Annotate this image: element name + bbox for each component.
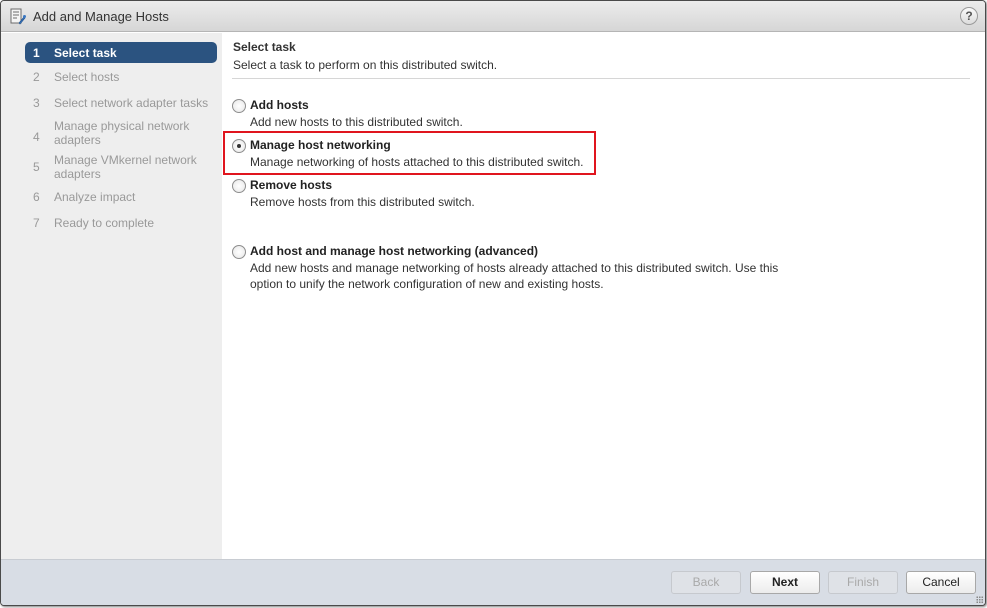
page-subtitle: Select a task to perform on this distrib… — [233, 58, 498, 72]
dialog-title: Add and Manage Hosts — [33, 9, 169, 24]
next-button[interactable]: Next — [750, 571, 820, 594]
wizard-content: Select task Select a task to perform on … — [222, 33, 985, 559]
option-label: Add host and manage host networking (adv… — [250, 244, 539, 258]
option-label: Add hosts — [250, 98, 309, 112]
step-label: Ready to complete — [54, 216, 155, 230]
cancel-button[interactable]: Cancel — [906, 571, 976, 594]
step-select-network-adapter-tasks: 3 Select network adapter tasks — [25, 96, 217, 110]
radio-add-and-manage-advanced[interactable] — [232, 245, 246, 259]
step-manage-physical-network-adapters: 4 Manage physical network adapters — [25, 119, 217, 147]
step-manage-vmkernel-network-adapters: 5 Manage VMkernel network adapters — [25, 153, 217, 181]
step-label: Manage VMkernel network adapters — [54, 153, 197, 181]
step-number: 6 — [33, 190, 40, 204]
step-label: Select hosts — [54, 70, 120, 84]
resize-grip[interactable] — [976, 596, 983, 603]
divider — [232, 78, 970, 79]
option-description: Remove hosts from this distributed switc… — [250, 195, 475, 209]
wizard-hosts-icon — [10, 8, 26, 25]
step-ready-to-complete: 7 Ready to complete — [25, 216, 217, 230]
step-number: 7 — [33, 216, 40, 230]
step-label: Analyze impact — [54, 190, 136, 204]
page-title: Select task — [233, 40, 296, 54]
radio-add-hosts[interactable] — [232, 99, 246, 113]
step-analyze-impact: 6 Analyze impact — [25, 190, 217, 204]
step-number: 4 — [33, 130, 40, 144]
add-manage-hosts-dialog: Add and Manage Hosts ? 1 Select task 2 S… — [0, 0, 986, 606]
radio-manage-host-networking[interactable] — [232, 139, 246, 153]
option-description: Manage networking of hosts attached to t… — [250, 155, 584, 169]
finish-button[interactable]: Finish — [828, 571, 898, 594]
option-label: Remove hosts — [250, 178, 333, 192]
step-number: 1 — [33, 45, 40, 60]
step-select-task[interactable]: 1 Select task — [25, 42, 217, 63]
help-button[interactable]: ? — [960, 7, 978, 25]
back-button[interactable]: Back — [671, 571, 741, 594]
step-label: Manage physical network adapters — [54, 119, 190, 147]
step-number: 3 — [33, 96, 40, 110]
wizard-footer: Back Next Finish Cancel — [1, 559, 985, 605]
title-bar[interactable]: Add and Manage Hosts ? — [1, 1, 985, 32]
step-label: Select task — [54, 45, 117, 60]
option-description: Add new hosts and manage networking of h… — [250, 261, 779, 291]
step-number: 5 — [33, 160, 40, 174]
option-label: Manage host networking — [250, 138, 391, 152]
step-select-hosts: 2 Select hosts — [25, 70, 217, 84]
radio-remove-hosts[interactable] — [232, 179, 246, 193]
option-description: Add new hosts to this distributed switch… — [250, 115, 463, 129]
wizard-steps-sidebar: 1 Select task 2 Select hosts 3 Select ne… — [1, 33, 222, 559]
step-label: Select network adapter tasks — [54, 96, 209, 110]
step-number: 2 — [33, 70, 40, 84]
